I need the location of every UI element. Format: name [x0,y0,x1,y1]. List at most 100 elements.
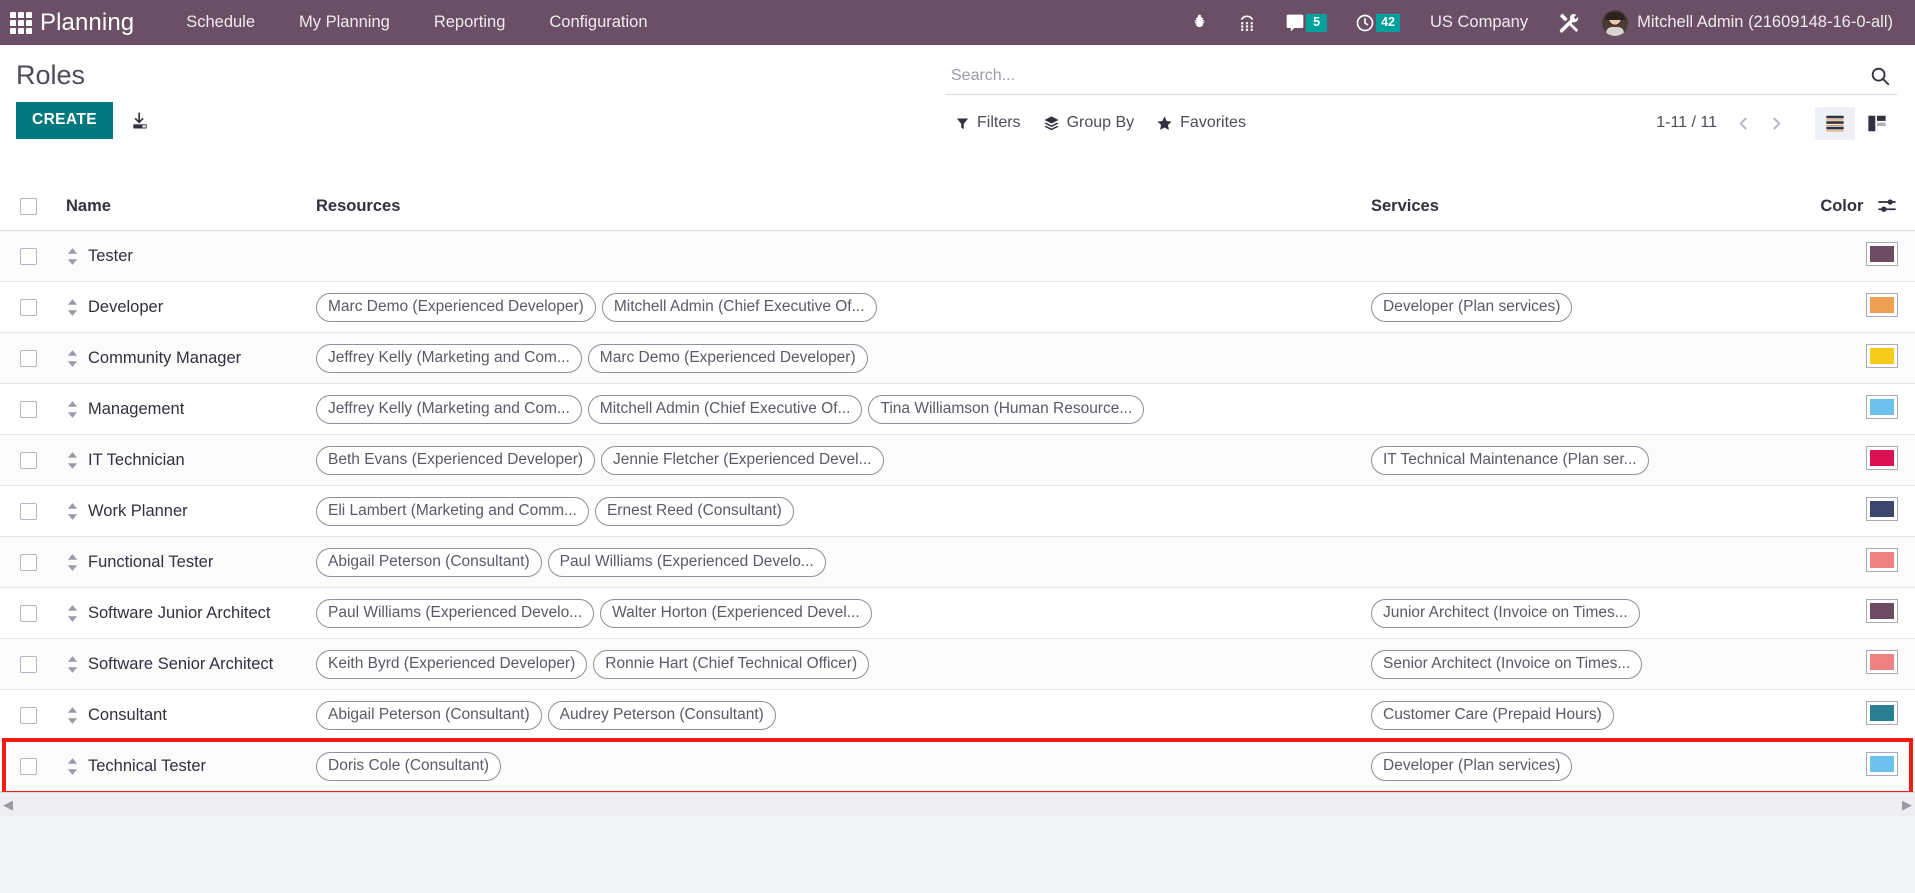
messages-menu[interactable]: 5 [1271,0,1341,45]
row-checkbox[interactable] [20,298,37,316]
tag[interactable]: Paul Williams (Experienced Develo... [316,598,595,628]
cell-name[interactable]: Software Junior Architect [58,587,308,639]
tools-icon[interactable] [1544,0,1594,45]
cell-name[interactable]: IT Technician [58,434,308,486]
tag[interactable]: Audrey Peterson (Consultant) [547,700,776,730]
cell-name[interactable]: Technical Tester [58,740,308,792]
menu-item-configuration[interactable]: Configuration [527,0,669,45]
favorites-dropdown[interactable]: Favorites [1156,114,1246,132]
search-icon[interactable] [1861,65,1891,87]
row-checkbox[interactable] [20,349,37,367]
apps-grid-icon[interactable] [10,11,32,34]
tag[interactable]: IT Technical Maintenance (Plan ser... [1371,445,1649,475]
app-brand-planning[interactable]: Planning [40,9,134,37]
tag[interactable]: Tina Williamson (Human Resource... [868,394,1145,424]
color-swatch[interactable] [1866,700,1898,725]
tag[interactable]: Abigail Peterson (Consultant) [316,547,542,577]
drag-handle-icon[interactable] [66,553,79,571]
table-row[interactable]: IT Technician Beth Evans (Experienced Dev… [0,434,1915,486]
dialpad-icon[interactable] [1223,0,1271,45]
cell-name[interactable]: Consultant [58,689,308,741]
horizontal-scrollbar[interactable]: ◀ ▶ [0,792,1915,816]
color-swatch[interactable] [1866,241,1898,266]
cell-name[interactable]: Work Planner [58,485,308,537]
cell-name[interactable]: Software Senior Architect [58,638,308,690]
tag[interactable]: Developer (Plan services) [1371,292,1573,322]
tag[interactable]: Developer (Plan services) [1371,751,1573,781]
cell-name[interactable]: Functional Tester [58,536,308,588]
drag-handle-icon[interactable] [66,706,79,724]
menu-item-schedule[interactable]: Schedule [164,0,277,45]
color-swatch[interactable] [1866,445,1898,470]
row-checkbox[interactable] [20,400,37,418]
menu-item-reporting[interactable]: Reporting [412,0,528,45]
table-row[interactable]: Community Manager Jeffrey Kelly (Marketin… [0,332,1915,384]
table-row[interactable]: Technical Tester Doris Cole (Consultant) D… [0,740,1915,792]
row-checkbox[interactable] [20,247,37,265]
tag[interactable]: Marc Demo (Experienced Developer) [316,292,596,322]
row-checkbox[interactable] [20,655,37,673]
search-bar[interactable] [945,57,1897,95]
table-row[interactable]: Developer Marc Demo (Experienced Develope… [0,281,1915,333]
cell-name[interactable]: Tester [58,230,308,282]
tag[interactable]: Mitchell Admin (Chief Executive Of... [587,394,863,424]
scroll-left-arrow[interactable]: ◀ [3,798,13,811]
drag-handle-icon[interactable] [66,604,79,622]
column-header-name[interactable]: Name [58,185,308,231]
drag-handle-icon[interactable] [66,247,79,265]
drag-handle-icon[interactable] [66,298,79,316]
color-swatch[interactable] [1866,598,1898,623]
drag-handle-icon[interactable] [66,400,79,418]
color-swatch[interactable] [1866,496,1898,521]
tag[interactable]: Keith Byrd (Experienced Developer) [316,649,588,679]
company-switcher[interactable]: US Company [1414,0,1544,45]
table-row[interactable]: Consultant Abigail Peterson (Consultant) A… [0,689,1915,741]
activities-menu[interactable]: 42 [1341,0,1414,45]
row-checkbox[interactable] [20,604,37,622]
filters-dropdown[interactable]: Filters [955,114,1021,132]
tag[interactable]: Marc Demo (Experienced Developer) [587,343,868,373]
table-row[interactable]: Management Jeffrey Kelly (Marketing and C… [0,383,1915,435]
table-row[interactable]: Functional Tester Abigail Peterson (Consu… [0,536,1915,588]
drag-handle-icon[interactable] [66,451,79,469]
menu-item-my-planning[interactable]: My Planning [277,0,412,45]
row-checkbox[interactable] [20,757,37,775]
column-header-color[interactable]: Color [1723,185,1915,231]
row-checkbox[interactable] [20,502,37,520]
tag[interactable]: Eli Lambert (Marketing and Comm... [316,496,589,526]
tag[interactable]: Paul Williams (Experienced Develo... [547,547,826,577]
tag[interactable]: Abigail Peterson (Consultant) [316,700,542,730]
color-swatch[interactable] [1866,547,1898,572]
drag-handle-icon[interactable] [66,502,79,520]
cell-name[interactable]: Community Manager [58,332,308,384]
table-row[interactable]: Tester [0,230,1915,282]
drag-handle-icon[interactable] [66,655,79,673]
tag[interactable]: Mitchell Admin (Chief Executive Of... [601,292,877,322]
row-checkbox[interactable] [20,451,37,469]
tag[interactable]: Senior Architect (Invoice on Times... [1371,649,1643,679]
tag[interactable]: Jeffrey Kelly (Marketing and Com... [316,394,582,424]
tag[interactable]: Jeffrey Kelly (Marketing and Com... [316,343,582,373]
tag[interactable]: Jennie Fletcher (Experienced Devel... [601,445,884,475]
kanban-view-icon[interactable] [1857,107,1897,140]
color-swatch[interactable] [1866,649,1898,674]
tag[interactable]: Beth Evans (Experienced Developer) [316,445,596,475]
tag[interactable]: Customer Care (Prepaid Hours) [1371,700,1614,730]
import-download-icon[interactable] [127,108,153,134]
search-input[interactable] [951,66,1861,85]
color-swatch[interactable] [1866,343,1898,368]
select-all-checkbox[interactable] [20,198,37,216]
group-by-dropdown[interactable]: Group By [1043,114,1134,132]
tag[interactable]: Walter Horton (Experienced Devel... [600,598,872,628]
table-row[interactable]: Software Senior Architect Keith Byrd (Exp… [0,638,1915,690]
create-button[interactable]: CREATE [16,102,113,139]
color-swatch[interactable] [1866,394,1898,419]
chevron-left-icon[interactable] [1729,111,1758,136]
row-checkbox[interactable] [20,706,37,724]
tag[interactable]: Ronnie Hart (Chief Technical Officer) [593,649,870,679]
cell-name[interactable]: Developer [58,281,308,333]
list-view-icon[interactable] [1815,106,1855,140]
drag-handle-icon[interactable] [66,757,79,775]
scroll-right-arrow[interactable]: ▶ [1902,798,1912,811]
color-swatch[interactable] [1866,292,1898,317]
